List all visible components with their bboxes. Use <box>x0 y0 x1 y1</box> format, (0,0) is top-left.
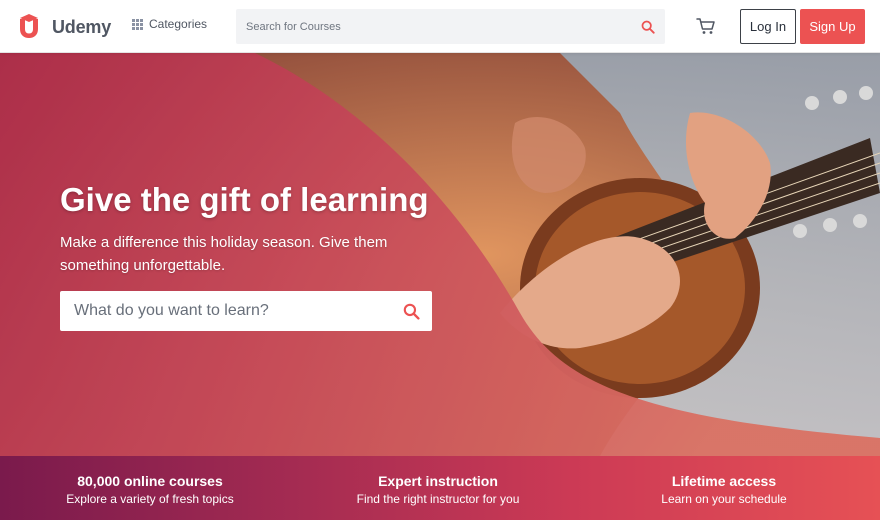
feature-item-instruction: Expert instruction Find the right instru… <box>288 472 588 508</box>
hero-search-bar <box>60 291 432 331</box>
login-button[interactable]: Log In <box>740 9 796 44</box>
header-search-bar <box>236 9 665 44</box>
hero-title: Give the gift of learning <box>60 181 429 218</box>
categories-label: Categories <box>149 17 208 31</box>
feature-description: Explore a variety of fresh topics <box>66 492 234 506</box>
feature-title: Lifetime access <box>671 473 777 489</box>
feature-title: Expert instruction <box>378 473 498 489</box>
categories-menu[interactable]: Categories <box>132 17 207 31</box>
top-navbar: Udemy Categories Log In Sign Up <box>0 0 880 53</box>
hero-banner: Give the gift of learning Make a differe… <box>0 53 880 456</box>
hero-subtitle: Make a difference this holiday season. G… <box>60 234 388 274</box>
feature-item-courses: 80,000 online courses Explore a variety … <box>0 472 300 508</box>
signup-button[interactable]: Sign Up <box>800 9 865 44</box>
hero-search-input[interactable] <box>60 291 390 331</box>
features-bar: 80,000 online courses Explore a variety … <box>0 456 880 520</box>
feature-description: Find the right instructor for you <box>356 492 520 506</box>
feature-item-lifetime: Lifetime access Learn on your schedule <box>574 472 874 508</box>
feature-description: Learn on your schedule <box>661 492 787 506</box>
search-icon[interactable] <box>403 303 420 320</box>
feature-title: 80,000 online courses <box>77 473 223 489</box>
cart-icon[interactable] <box>696 16 716 36</box>
brand-name: Udemy <box>52 16 112 37</box>
header-search-input[interactable] <box>236 9 626 44</box>
search-icon[interactable] <box>641 20 655 34</box>
udemy-logo-icon <box>20 14 38 38</box>
grid-icon <box>132 18 143 30</box>
udemy-logo[interactable]: Udemy <box>16 12 111 42</box>
